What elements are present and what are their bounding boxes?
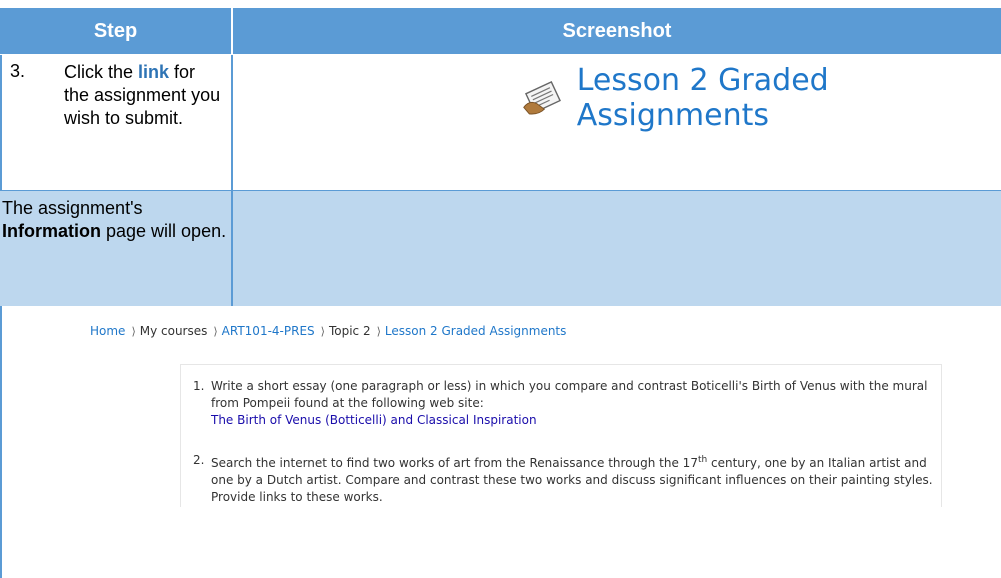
info-text: The assignment's Information page will o… [2,197,227,243]
step-link-word: link [138,62,170,82]
step-3-cell: 3. Click the link for the assignment you… [0,55,231,190]
breadcrumb-separator: ⟩ [376,325,381,338]
item-number: 2. [193,453,205,467]
column-divider [231,55,233,190]
step-text-before: Click the [64,62,139,82]
item-superscript: th [697,455,708,465]
screenshot-area: Home ⟩ My courses ⟩ ART101-4-PRES ⟩ Topic 2 ⟩ Le… [0,306,1001,578]
info-text-bold: Information [2,221,101,241]
info-row: The assignment's Information page will o… [0,191,1001,306]
assignment-intro-panel: 1. Write a short essay (one paragraph or… [180,364,942,507]
step-instruction: Click the link for the assignment you wi… [64,61,224,130]
breadcrumb: Home ⟩ My courses ⟩ ART101-4-PRES ⟩ Topic 2 ⟩ Le… [90,324,566,338]
assignment-icon [523,80,561,115]
breadcrumb-separator: ⟩ [320,325,325,338]
breadcrumb-home[interactable]: Home [90,324,125,338]
header-screenshot: Screenshot [233,8,1001,54]
step-number: 3. [10,61,26,81]
item-text: Write a short essay (one paragraph or le… [211,379,928,410]
list-item: 2. Search the internet to find two works… [181,452,941,506]
lesson-link-title: Lesson 2 Graded Assignments [576,63,829,133]
breadcrumb-lesson[interactable]: Lesson 2 Graded Assignments [385,324,567,338]
header-step: Step [0,8,231,54]
breadcrumb-course[interactable]: ART101-4-PRES [222,324,315,338]
list-item: 1. Write a short essay (one paragraph or… [181,378,941,429]
item-number: 1. [193,379,205,393]
step-3-row: 3. Click the link for the assignment you… [0,55,1001,190]
info-text-before: The assignment's [2,198,143,218]
column-divider [231,191,233,306]
breadcrumb-separator: ⟩ [131,325,136,338]
external-resource-link[interactable]: The Birth of Venus (Botticelli) and Clas… [211,413,537,427]
breadcrumb-topic: Topic 2 [328,324,371,338]
instruction-table: Step Screenshot 3. Click the link for th… [0,0,1001,578]
lesson-link[interactable]: Lesson 2 Graded Assignments [520,63,1001,133]
breadcrumb-my-courses: My courses [139,324,208,338]
item-text-a: Search the internet to find two works of… [211,456,698,470]
info-text-after: page will open. [101,221,227,241]
breadcrumb-separator: ⟩ [213,325,218,338]
